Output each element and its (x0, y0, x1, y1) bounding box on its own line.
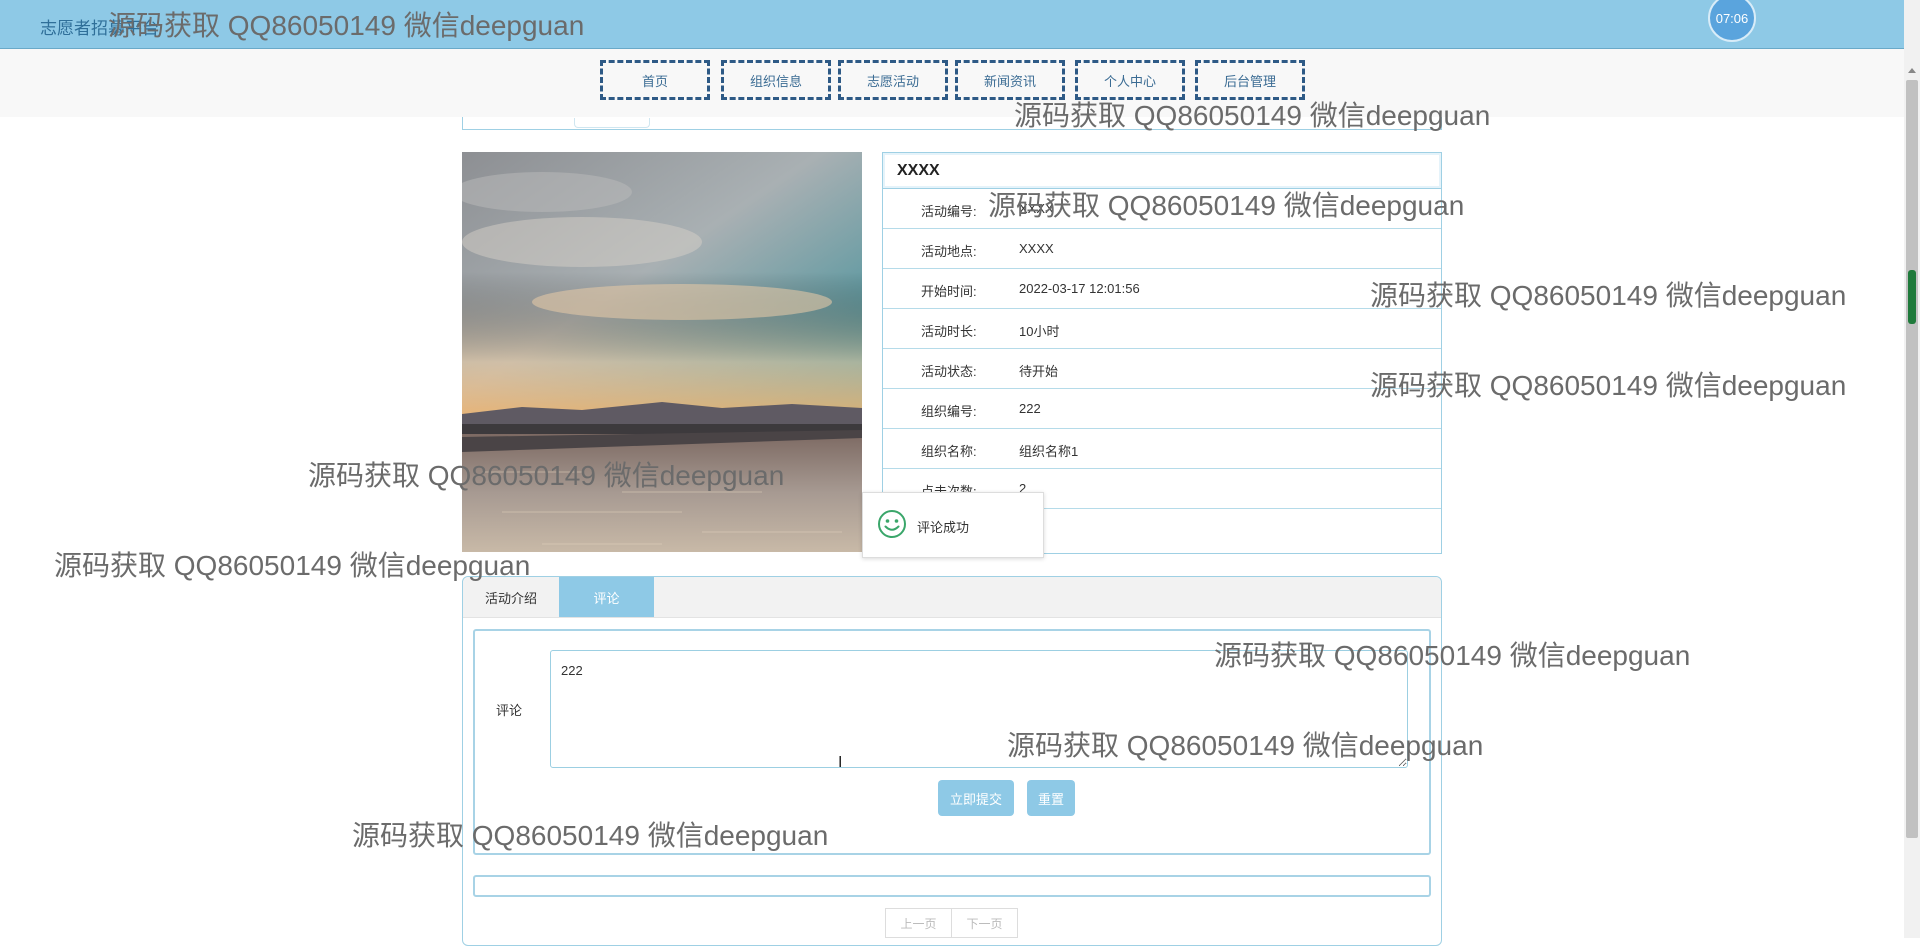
nav-organization[interactable]: 组织信息 (721, 60, 831, 100)
info-value: XXXX (1019, 201, 1054, 216)
scroll-up-icon[interactable] (1908, 68, 1916, 73)
toast-message: 评论成功 (917, 520, 970, 535)
site-title[interactable]: 志愿者招募平台 (40, 14, 159, 39)
tab-comment[interactable]: 评论 (559, 577, 654, 617)
smile-icon (877, 509, 907, 544)
info-row-org-id: 组织编号: 222 (883, 389, 1441, 429)
nav-news[interactable]: 新闻资讯 (955, 60, 1065, 100)
info-label: 活动编号: (921, 204, 977, 219)
comment-label: 评论 (496, 703, 523, 718)
info-label: 组织编号: (921, 404, 977, 419)
nav-admin[interactable]: 后台管理 (1195, 60, 1305, 100)
tab-activity-intro[interactable]: 活动介绍 (463, 577, 559, 617)
info-row-status: 活动状态: 待开始 (883, 349, 1441, 389)
top-bar: 志愿者招募平台 07:06 (0, 0, 1904, 49)
main-nav: 首页 组织信息 志愿活动 新闻资讯 个人中心 后台管理 (0, 49, 1904, 117)
comment-list (473, 875, 1431, 897)
comment-textarea[interactable] (550, 650, 1408, 768)
submit-button[interactable]: 立即提交 (938, 780, 1014, 816)
info-row-org-name: 组织名称: 组织名称1 (883, 429, 1441, 469)
info-label: 活动状态: (921, 364, 977, 379)
nav-activities[interactable]: 志愿活动 (838, 60, 948, 100)
success-toast: 评论成功 (862, 492, 1044, 558)
clock-badge: 07:06 (1708, 0, 1756, 42)
tab-bar: 活动介绍 评论 (463, 577, 1441, 618)
info-row-location: 活动地点: XXXX (883, 229, 1441, 269)
info-value: 2022-03-17 12:01:56 (1019, 281, 1140, 296)
text-cursor-icon: I (838, 754, 843, 771)
prev-page-button[interactable]: 上一页 (885, 908, 952, 938)
info-label: 开始时间: (921, 284, 977, 299)
watermark-text: 源码获取 QQ86050149 微信deepguan (54, 550, 531, 581)
search-button[interactable] (574, 118, 650, 128)
info-value: 222 (1019, 401, 1041, 416)
scroll-marker (1908, 270, 1916, 324)
activity-title: XXXX (883, 153, 1441, 189)
info-value: 待开始 (1019, 364, 1059, 379)
reset-button[interactable]: 重置 (1027, 780, 1075, 816)
info-label: 活动时长: (921, 324, 977, 339)
activity-image (462, 152, 862, 552)
info-value: 10小时 (1019, 324, 1060, 339)
next-page-button[interactable]: 下一页 (951, 908, 1018, 938)
scroll-thumb[interactable] (1906, 80, 1918, 838)
info-row-start-time: 开始时间: 2022-03-17 12:01:56 (883, 269, 1441, 309)
info-row-id: 活动编号: XXXX (883, 189, 1441, 229)
info-value: XXXX (1019, 241, 1054, 256)
info-row-duration: 活动时长: 10小时 (883, 309, 1441, 349)
page-scrollbar[interactable] (1904, 0, 1920, 938)
nav-personal-center[interactable]: 个人中心 (1075, 60, 1185, 100)
info-value: 组织名称1 (1019, 444, 1079, 459)
info-label: 组织名称: (921, 444, 977, 459)
nav-home[interactable]: 首页 (600, 60, 710, 100)
info-label: 活动地点: (921, 244, 977, 259)
